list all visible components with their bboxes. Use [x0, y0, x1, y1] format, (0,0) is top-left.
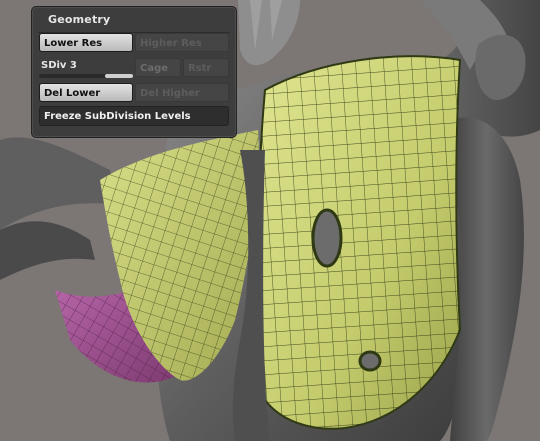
del-lower-button[interactable]: Del Lower [39, 83, 133, 102]
freeze-subdivision-levels-button[interactable]: Freeze SubDivision Levels [39, 106, 229, 126]
geometry-palette: Geometry Lower Res Higher Res SDiv 3 Cag… [31, 6, 237, 138]
vest-hole-lower [358, 350, 382, 372]
cage-button[interactable]: Cage [135, 58, 181, 77]
vest-hole-upper [311, 208, 343, 268]
sdiv-fill [104, 74, 133, 78]
geometry-title: Geometry [48, 13, 111, 26]
sdiv-track [39, 74, 133, 78]
rstr-button[interactable]: Rstr [183, 58, 229, 77]
del-higher-button[interactable]: Del Higher [135, 83, 229, 102]
higher-res-button[interactable]: Higher Res [135, 33, 229, 52]
lower-res-button[interactable]: Lower Res [39, 33, 133, 52]
sdiv-label: SDiv 3 [41, 60, 77, 71]
sdiv-slider[interactable]: SDiv 3 [39, 58, 133, 78]
